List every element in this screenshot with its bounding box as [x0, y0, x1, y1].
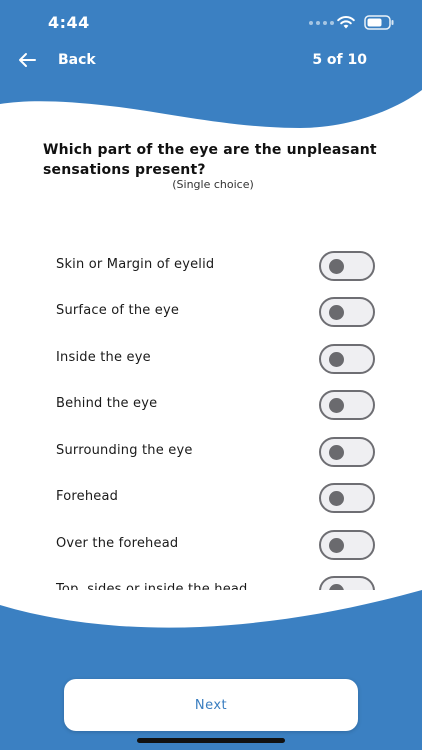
- option-toggle[interactable]: [319, 251, 375, 281]
- option-toggle[interactable]: [319, 390, 375, 420]
- status-time: 4:44: [48, 13, 90, 32]
- back-button[interactable]: Back: [16, 48, 96, 72]
- option-label: Inside the eye: [56, 350, 151, 365]
- home-indicator: [137, 738, 285, 743]
- option-row[interactable]: Over the forehead: [0, 522, 422, 568]
- next-button[interactable]: Next: [64, 679, 358, 731]
- back-label: Back: [58, 52, 96, 68]
- signal-icon: [309, 21, 334, 25]
- option-row[interactable]: Inside the eye: [0, 336, 422, 382]
- toggle-knob: [329, 584, 344, 590]
- option-row[interactable]: Forehead: [0, 475, 422, 521]
- question-block: Which part of the eye are the unpleasant…: [43, 140, 383, 191]
- toggle-knob: [329, 398, 344, 413]
- toggle-knob: [329, 259, 344, 274]
- option-row[interactable]: Top, sides or inside the head: [0, 568, 422, 590]
- arrow-left-icon: [19, 53, 36, 67]
- option-row[interactable]: Behind the eye: [0, 382, 422, 428]
- option-toggle[interactable]: [319, 437, 375, 467]
- option-toggle[interactable]: [319, 344, 375, 374]
- status-bar: 4:44: [0, 0, 422, 46]
- toggle-knob: [329, 352, 344, 367]
- option-label: Skin or Margin of eyelid: [56, 257, 215, 272]
- option-label: Forehead: [56, 489, 119, 504]
- option-label: Surface of the eye: [56, 303, 180, 318]
- progress-indicator: 5 of 10: [312, 52, 367, 68]
- option-label: Top, sides or inside the head: [56, 582, 248, 590]
- navigation-bar: Back 5 of 10: [0, 44, 422, 76]
- option-toggle[interactable]: [319, 576, 375, 590]
- options-list[interactable]: Skin or Margin of eyelid Surface of the …: [0, 243, 422, 590]
- option-label: Behind the eye: [56, 396, 158, 411]
- battery-icon: [364, 15, 394, 30]
- option-row[interactable]: Surface of the eye: [0, 289, 422, 335]
- toggle-knob: [329, 538, 344, 553]
- question-title: Which part of the eye are the unpleasant…: [43, 142, 377, 178]
- option-toggle[interactable]: [319, 297, 375, 327]
- option-row[interactable]: Skin or Margin of eyelid: [0, 243, 422, 289]
- option-row[interactable]: Surrounding the eye: [0, 429, 422, 475]
- option-label: Surrounding the eye: [56, 443, 193, 458]
- wifi-icon: [337, 16, 355, 29]
- toggle-knob: [329, 491, 344, 506]
- option-toggle[interactable]: [319, 530, 375, 560]
- toggle-knob: [329, 445, 344, 460]
- option-toggle[interactable]: [319, 483, 375, 513]
- option-label: Over the forehead: [56, 536, 179, 551]
- toggle-knob: [329, 305, 344, 320]
